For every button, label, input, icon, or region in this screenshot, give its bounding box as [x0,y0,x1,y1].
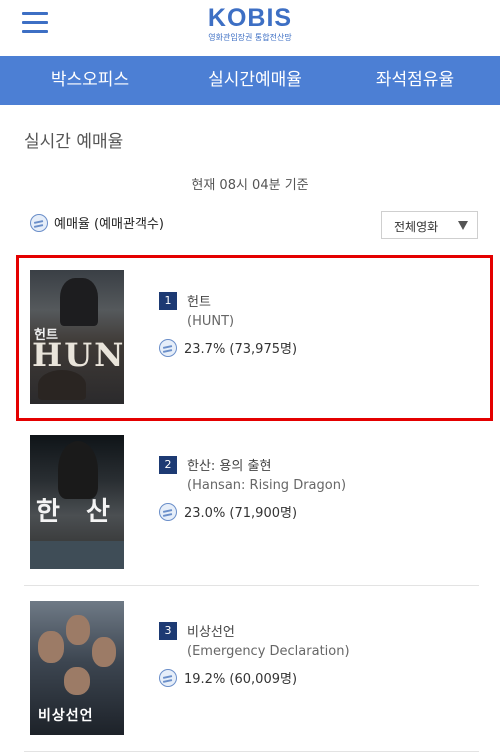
poster-title-part: 한 [36,497,60,527]
movie-filter-select[interactable]: 전체영화 [381,211,478,239]
reservation-rate-icon [30,213,48,232]
reservation-rate-icon [159,502,177,521]
movie-rate-value: 23.7% (73,975명) [184,342,298,357]
top-bar: KOBIS 영화관입장권 통합전산망 [0,0,500,56]
movie-en-title: (Emergency Declaration) [187,644,350,659]
poster-title: HUNT [32,336,124,374]
nav-box-office[interactable]: 박스오피스 [0,56,180,105]
movie-poster[interactable]: 한 산 [30,435,124,569]
movie-poster[interactable]: 비상선언 [30,601,124,735]
rank-badge: 2 [159,456,177,474]
nav-realtime-reservation[interactable]: 실시간예매율 [180,56,330,105]
poster-figure [64,667,90,695]
movie-rate-value: 23.0% (71,900명) [184,506,298,521]
movie-poster[interactable]: 헌트 HUNT [30,270,124,404]
rank-badge: 1 [159,292,177,310]
movie-title[interactable]: 한산: 용의 출현 [187,455,271,474]
reservation-rate-icon [159,668,177,687]
kobis-logo[interactable]: KOBIS 영화관입장권 통합전산망 [0,4,500,43]
poster-figure [60,278,98,326]
base-time: 현재 08시 04분 기준 [191,178,309,193]
rate-legend: 예매율 (예매관객수) [30,213,164,232]
divider [24,585,479,586]
movie-rate: 23.0% (71,900명) [159,502,297,521]
movie-item[interactable]: 헌트 HUNT 1 헌트 (HUNT) 23.7% (73,975명) [24,256,478,421]
movie-filter-value: 전체영화 [394,220,439,234]
poster-scene [30,541,124,569]
logo-text: KOBIS [207,4,293,32]
dropdown-arrow-icon [458,221,468,230]
reservation-rate-icon [159,338,177,357]
movie-title[interactable]: 헌트 [187,291,211,310]
poster-figure [38,631,64,663]
movie-item[interactable]: 비상선언 3 비상선언 (Emergency Declaration) 19.2… [24,587,478,752]
movie-rate-value: 19.2% (60,009명) [184,672,298,687]
divider [24,751,479,752]
nav-seat-occupancy[interactable]: 좌석점유율 [330,56,500,105]
poster-figure [66,615,90,645]
poster-figure [92,637,116,667]
movie-rate: 19.2% (60,009명) [159,668,297,687]
movie-rate: 23.7% (73,975명) [159,338,297,357]
main-nav: 박스오피스 실시간예매율 좌석점유율 [0,56,500,105]
movie-item[interactable]: 한 산 2 한산: 용의 출현 (Hansan: Rising Dragon) … [24,421,478,586]
rate-legend-label: 예매율 (예매관객수) [54,217,164,232]
rank-badge: 3 [159,622,177,640]
poster-title-part: 산 [86,497,110,527]
poster-figure [38,370,86,400]
movie-en-title: (Hansan: Rising Dragon) [187,478,347,493]
page-title: 실시간 예매율 [24,132,124,152]
poster-title: 비상선언 [38,708,94,724]
movie-title[interactable]: 비상선언 [187,621,235,640]
movie-en-title: (HUNT) [187,314,235,329]
logo-subtitle: 영화관입장권 통합전산망 [208,33,292,42]
